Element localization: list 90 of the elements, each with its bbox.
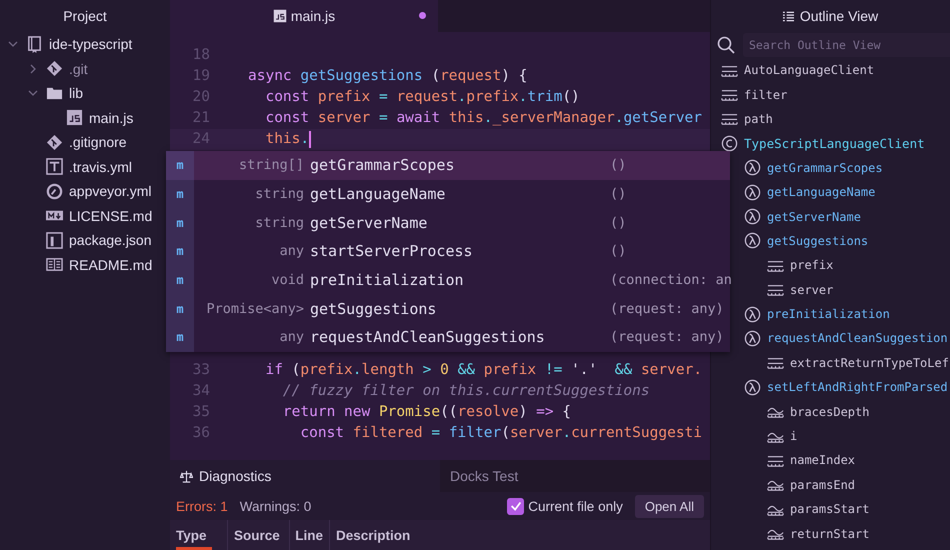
column-header[interactable]: Description bbox=[330, 520, 710, 550]
lambda-icon bbox=[744, 184, 761, 201]
suggestion-item[interactable]: m any requestAndCleanSuggestions (request: any) bbox=[166, 323, 730, 352]
tree-item[interactable]: package.json bbox=[69, 232, 152, 248]
lambda-icon bbox=[744, 330, 761, 347]
outline-item[interactable]: i bbox=[790, 429, 798, 444]
readme-icon bbox=[46, 256, 63, 274]
warning-count: Warnings: 0 bbox=[240, 498, 312, 514]
modified-dot bbox=[419, 12, 426, 19]
outline-item[interactable]: nameIndex bbox=[790, 453, 856, 468]
tree-item[interactable]: lib bbox=[69, 85, 84, 102]
panel-title: Project bbox=[62, 7, 108, 26]
ring-icon bbox=[46, 182, 63, 200]
outline-item[interactable]: returnStart bbox=[790, 526, 870, 541]
suggestion-item[interactable]: m Promise<any> getSuggestions (request: any) bbox=[166, 294, 730, 324]
method-badge: m bbox=[166, 266, 194, 294]
method-badge: m bbox=[166, 323, 194, 352]
lambda-icon bbox=[744, 306, 761, 323]
suggestion-item[interactable]: m any startServerProcess () bbox=[166, 237, 730, 266]
code-line: const prefix = request.prefix.trim() bbox=[264, 88, 580, 107]
suggestion-item[interactable]: m string[] getGrammarScopes () bbox=[166, 151, 730, 180]
checkbox-label: Current file only bbox=[528, 498, 623, 514]
method-badge: m bbox=[166, 208, 194, 238]
open-all-button[interactable]: Open All bbox=[634, 494, 704, 518]
book-icon bbox=[26, 36, 43, 53]
error-type-marker bbox=[176, 547, 212, 550]
tree-item[interactable]: .gitignore bbox=[69, 134, 127, 150]
tree-item[interactable]: .git bbox=[69, 60, 88, 77]
git-icon bbox=[46, 134, 63, 151]
suggestion-item[interactable]: m string getServerName () bbox=[166, 208, 730, 238]
chevron-icon[interactable] bbox=[28, 64, 38, 74]
outline-item[interactable]: paramsEnd bbox=[790, 478, 856, 492]
method-badge: m bbox=[166, 294, 194, 324]
tree-item[interactable]: ide-typescript bbox=[49, 36, 132, 52]
code-line: if (prefix.length > 0 && prefix != '.' && server. bbox=[264, 361, 702, 380]
chevron-icon[interactable] bbox=[28, 88, 38, 98]
outline-item[interactable]: setLeftAndRightFromParsed bbox=[767, 380, 948, 394]
lambda-icon bbox=[744, 208, 761, 226]
tree-item[interactable]: LICENSE.md bbox=[69, 208, 152, 224]
code-line: // fuzzy filter on this.currentSuggestions bbox=[282, 382, 650, 401]
code-line: const filtered = filter(server.currentSuggesti bbox=[299, 424, 702, 443]
package-icon bbox=[46, 232, 63, 249]
column-header[interactable]: Line bbox=[290, 520, 330, 550]
search-icon bbox=[717, 36, 735, 54]
outline-item[interactable]: getServerName bbox=[767, 210, 861, 224]
js-file-icon bbox=[272, 9, 287, 23]
outline-item[interactable]: filter bbox=[744, 88, 788, 102]
tree-item[interactable]: main.js bbox=[89, 110, 134, 126]
git-icon bbox=[46, 60, 63, 78]
method-badge: m bbox=[166, 180, 194, 208]
outline-item[interactable]: paramsStart bbox=[790, 502, 870, 516]
outline-item[interactable]: getLanguageName bbox=[767, 185, 876, 200]
method-badge: m bbox=[166, 151, 194, 180]
column-header[interactable]: Source bbox=[228, 520, 290, 550]
scale-icon bbox=[180, 470, 193, 482]
outline-item[interactable]: extractReturnTypeToLef bbox=[790, 356, 949, 370]
suggestion-item[interactable]: m string getLanguageName () bbox=[166, 180, 730, 208]
outline-item[interactable]: preInitialization bbox=[767, 307, 890, 322]
outline-item[interactable]: server bbox=[790, 282, 834, 297]
outline-item[interactable]: TypeScriptLanguageClient bbox=[744, 136, 925, 151]
panel-title: Outline View bbox=[711, 0, 950, 32]
lambda-icon bbox=[744, 232, 761, 250]
tree-item[interactable]: README.md bbox=[69, 256, 152, 273]
tree-item[interactable]: appveyor.yml bbox=[69, 183, 152, 200]
outline-item[interactable]: getSuggestions bbox=[767, 234, 868, 248]
checkbox[interactable] bbox=[507, 498, 524, 514]
t-file-icon bbox=[46, 158, 63, 176]
error-count: Errors: 1 bbox=[176, 498, 228, 514]
lambda-icon bbox=[744, 378, 761, 396]
list-icon bbox=[782, 10, 794, 22]
code-line: this. bbox=[264, 130, 312, 150]
dock-tab[interactable]: Docks Test bbox=[440, 460, 710, 492]
method-badge: m bbox=[166, 237, 194, 266]
file-icon bbox=[66, 109, 83, 126]
outline-item[interactable]: prefix bbox=[790, 258, 834, 272]
outline-item[interactable]: getGrammarScopes bbox=[767, 160, 883, 175]
suggestion-item[interactable]: m void preInitialization (connection: an bbox=[166, 266, 730, 294]
class-icon bbox=[721, 134, 738, 152]
outline-item[interactable]: requestAndCleanSuggestion bbox=[767, 331, 948, 346]
outline-item[interactable]: bracesDepth bbox=[790, 404, 870, 419]
code-line: return new Promise((resolve) => { bbox=[282, 403, 572, 422]
code-line: async getSuggestions (request) { bbox=[248, 67, 528, 86]
checkmark-icon bbox=[508, 499, 523, 513]
outline-item[interactable]: AutoLanguageClient bbox=[744, 63, 874, 78]
lambda-icon bbox=[744, 159, 761, 176]
chevron-icon[interactable] bbox=[8, 39, 18, 50]
outline-item[interactable]: path bbox=[744, 112, 773, 126]
search-field[interactable]: Search Outline View bbox=[743, 33, 950, 57]
code-line: const server = await this._serverManager.getServer bbox=[264, 109, 702, 128]
tree-item[interactable]: .travis.yml bbox=[69, 158, 132, 175]
